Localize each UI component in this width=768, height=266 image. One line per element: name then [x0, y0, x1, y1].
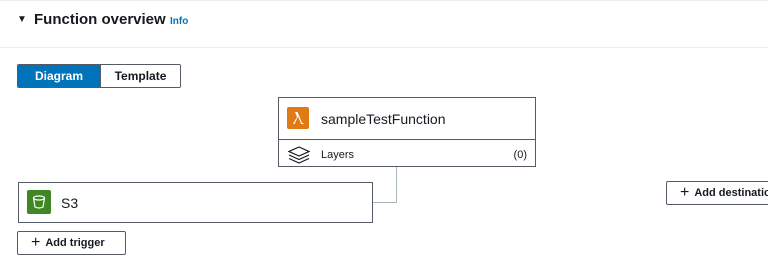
add-destination-label: Add destination — [694, 187, 768, 199]
layers-count: (0) — [513, 149, 527, 161]
s3-bucket-icon — [27, 190, 51, 214]
layers-label[interactable]: Layers — [321, 148, 354, 162]
info-link[interactable]: Info — [170, 16, 188, 28]
trigger-card-s3[interactable]: S3 — [18, 182, 373, 223]
function-card[interactable]: sampleTestFunction Layers (0) — [278, 97, 536, 167]
lambda-icon — [287, 107, 309, 129]
panel-header: ▼ Function overview Info — [0, 1, 768, 48]
add-trigger-label: Add trigger — [45, 237, 105, 249]
trigger-name[interactable]: S3 — [61, 194, 78, 212]
plus-icon: + — [31, 234, 41, 251]
function-overview-panel: ▼ Function overview Info Diagram Templat… — [0, 0, 768, 266]
panel-title: Function overview — [34, 11, 166, 28]
tab-diagram[interactable]: Diagram — [18, 65, 101, 87]
tab-template[interactable]: Template — [101, 65, 180, 87]
connector-line — [373, 202, 397, 203]
add-destination-button[interactable]: + Add destination — [666, 181, 768, 205]
add-trigger-button[interactable]: + Add trigger — [17, 231, 126, 255]
function-name[interactable]: sampleTestFunction — [321, 110, 446, 128]
function-card-header[interactable]: sampleTestFunction — [279, 98, 535, 140]
view-toggle: Diagram Template — [17, 64, 181, 88]
collapse-caret-icon[interactable]: ▼ — [17, 15, 27, 25]
plus-icon: + — [680, 184, 690, 201]
connector-line — [396, 167, 397, 202]
layers-icon — [287, 146, 311, 164]
